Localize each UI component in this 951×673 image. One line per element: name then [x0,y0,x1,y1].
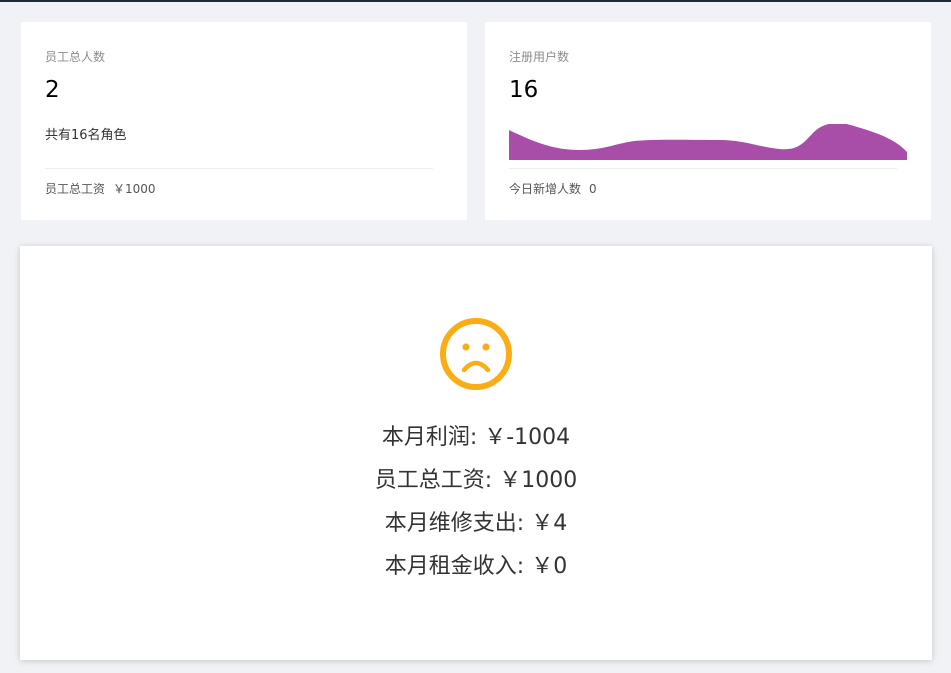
monthly-rent-income: 本月租金收入: ￥0 [384,554,568,579]
user-trend-area-chart [509,124,907,160]
salary-value: ￥1000 [113,182,156,196]
new-users-label: 今日新增人数 [509,182,582,196]
employee-count-label: 员工总人数 [45,50,106,64]
card-divider [45,168,433,169]
summary-stats: 本月利润: ￥-1004 员工总工资: ￥1000 本月维修支出: ￥4 本月租… [20,422,932,594]
monthly-profit: 本月利润: ￥-1004 [381,425,571,450]
registered-users-value: 16 [509,77,539,103]
sad-face-icon [440,318,512,390]
user-trend-area [509,124,907,160]
monthly-summary-panel: 本月利润: ￥-1004 员工总工资: ￥1000 本月维修支出: ￥4 本月租… [20,246,932,660]
role-count-text: 共有16名角色 [45,128,127,143]
total-salary: 员工总工资: ￥1000 [374,468,578,493]
top-bar [0,0,951,2]
monthly-repair-expense: 本月维修支出: ￥4 [384,511,568,536]
new-users-value: 0 [589,182,597,196]
salary-label: 员工总工资 [45,182,106,196]
new-users-footer: 今日新增人数 0 [509,180,597,197]
registered-users-label: 注册用户数 [509,50,570,64]
employee-salary-footer: 员工总工资 ￥1000 [45,180,156,197]
registered-users-card: 注册用户数 16 今日新增人数 0 [485,22,931,220]
employee-count-value: 2 [45,77,60,103]
employee-count-card: 员工总人数 2 共有16名角色 员工总工资 ￥1000 [21,22,467,220]
card-divider [509,168,897,169]
